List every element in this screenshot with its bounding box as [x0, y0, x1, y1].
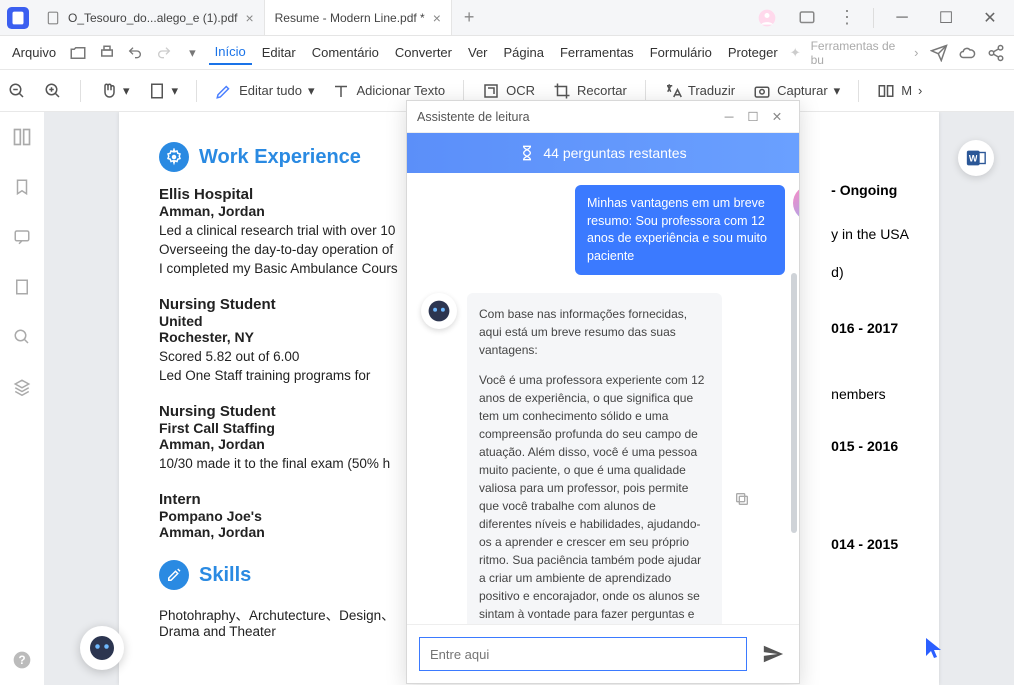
maximize-button[interactable]: ☐: [930, 4, 962, 32]
feature-hint: Ferramentas de bu: [807, 39, 911, 67]
maximize-icon[interactable]: ☐: [741, 109, 765, 124]
add-tab-button[interactable]: +: [452, 0, 487, 35]
section-title: Skills: [199, 564, 251, 587]
assistant-body: Minhas vantagens em um breve resumo: Sou…: [407, 173, 799, 624]
tab-item[interactable]: O_Tesouro_do...alego_e (1).pdf ×: [36, 0, 265, 35]
close-icon[interactable]: ×: [433, 10, 441, 26]
svg-text:W: W: [969, 154, 978, 164]
doc-icon: [46, 11, 60, 25]
zoom-out-button[interactable]: [8, 82, 26, 100]
menu-tools[interactable]: Ferramentas: [554, 41, 640, 64]
share-icon[interactable]: [984, 40, 1009, 66]
add-text-button[interactable]: Adicionar Texto: [332, 82, 445, 100]
bot-message: Com base nas informações fornecidas, aqu…: [467, 293, 722, 624]
assistant-banner: 44 perguntas restantes: [407, 133, 799, 173]
left-rail: [0, 112, 44, 685]
user-avatar-icon: [793, 185, 799, 221]
send-button[interactable]: [759, 640, 787, 668]
tab-item-active[interactable]: Resume - Modern Line.pdf * ×: [265, 0, 452, 35]
crop-button[interactable]: Recortar: [553, 82, 627, 100]
zoom-in-button[interactable]: [44, 82, 62, 100]
tools-icon: [159, 560, 189, 590]
menu-comment[interactable]: Comentário: [306, 41, 385, 64]
app-logo-icon: [0, 0, 36, 36]
word-export-icon[interactable]: W: [958, 140, 994, 176]
svg-text:?: ?: [18, 654, 25, 667]
assistant-panel: Assistente de leitura ─ ☐ ✕ 44 perguntas…: [406, 100, 800, 684]
send-icon[interactable]: [927, 40, 952, 66]
thumbnails-icon[interactable]: [11, 126, 33, 148]
hand-tool[interactable]: ▾: [99, 82, 130, 100]
section-title: Work Experience: [199, 146, 361, 169]
help-button[interactable]: ?: [12, 650, 32, 675]
menu-edit[interactable]: Editar: [256, 41, 302, 64]
bookmark-icon[interactable]: [11, 176, 33, 198]
capture-button[interactable]: Capturar▾: [753, 82, 840, 100]
assistant-title: Assistente de leitura: [417, 110, 530, 124]
user-message: Minhas vantagens em um breve resumo: Sou…: [575, 185, 785, 275]
close-icon[interactable]: ×: [245, 10, 253, 26]
chat-icon[interactable]: [793, 4, 821, 32]
menubar: Arquivo ▾ Início Editar Comentário Conve…: [0, 36, 1014, 70]
dropdown-icon[interactable]: ▾: [180, 40, 205, 66]
attach-icon[interactable]: [11, 276, 33, 298]
print-icon[interactable]: [95, 40, 120, 66]
menu-convert[interactable]: Converter: [389, 41, 458, 64]
more-icon[interactable]: ⋮: [833, 4, 861, 32]
search-icon[interactable]: [11, 326, 33, 348]
menu-home[interactable]: Início: [209, 40, 252, 65]
edit-all-button[interactable]: Editar tudo▾: [215, 82, 314, 100]
titlebar: O_Tesouro_do...alego_e (1).pdf × Resume …: [0, 0, 1014, 36]
copy-icon[interactable]: [734, 491, 750, 512]
undo-icon[interactable]: [123, 40, 148, 66]
menu-page[interactable]: Página: [498, 41, 550, 64]
scrollbar-thumb[interactable]: [791, 273, 797, 533]
page-tool[interactable]: ▾: [148, 82, 179, 100]
menu-view[interactable]: Ver: [462, 41, 494, 64]
tab-strip: O_Tesouro_do...alego_e (1).pdf × Resume …: [36, 0, 486, 35]
assistant-input-row: [407, 624, 799, 683]
open-icon[interactable]: [66, 40, 91, 66]
bot-avatar-icon: [421, 293, 457, 329]
redo-icon[interactable]: [152, 40, 177, 66]
menu-protect[interactable]: Proteger: [722, 41, 784, 64]
ocr-button[interactable]: OCR: [482, 82, 535, 100]
gear-icon: [159, 142, 189, 172]
cloud-icon[interactable]: [955, 40, 980, 66]
tab-label: Resume - Modern Line.pdf *: [275, 11, 425, 25]
cursor-icon: [924, 636, 944, 665]
minimize-button[interactable]: ─: [886, 4, 918, 32]
comment-icon[interactable]: [11, 226, 33, 248]
chatbot-launcher[interactable]: [80, 626, 124, 670]
layers-icon[interactable]: [11, 376, 33, 398]
close-button[interactable]: ✕: [974, 4, 1006, 32]
hourglass-icon: [519, 145, 535, 161]
translate-button[interactable]: Traduzir: [664, 82, 735, 100]
close-icon[interactable]: ✕: [765, 109, 789, 124]
more-tools-button[interactable]: M›: [877, 82, 922, 100]
magic-icon: ✦: [788, 45, 803, 61]
account-icon[interactable]: [753, 4, 781, 32]
assistant-header: Assistente de leitura ─ ☐ ✕: [407, 101, 799, 133]
minimize-icon[interactable]: ─: [717, 110, 741, 124]
menu-form[interactable]: Formulário: [644, 41, 718, 64]
assistant-input[interactable]: [419, 637, 747, 671]
menu-file[interactable]: Arquivo: [6, 41, 62, 64]
tab-label: O_Tesouro_do...alego_e (1).pdf: [68, 11, 237, 25]
